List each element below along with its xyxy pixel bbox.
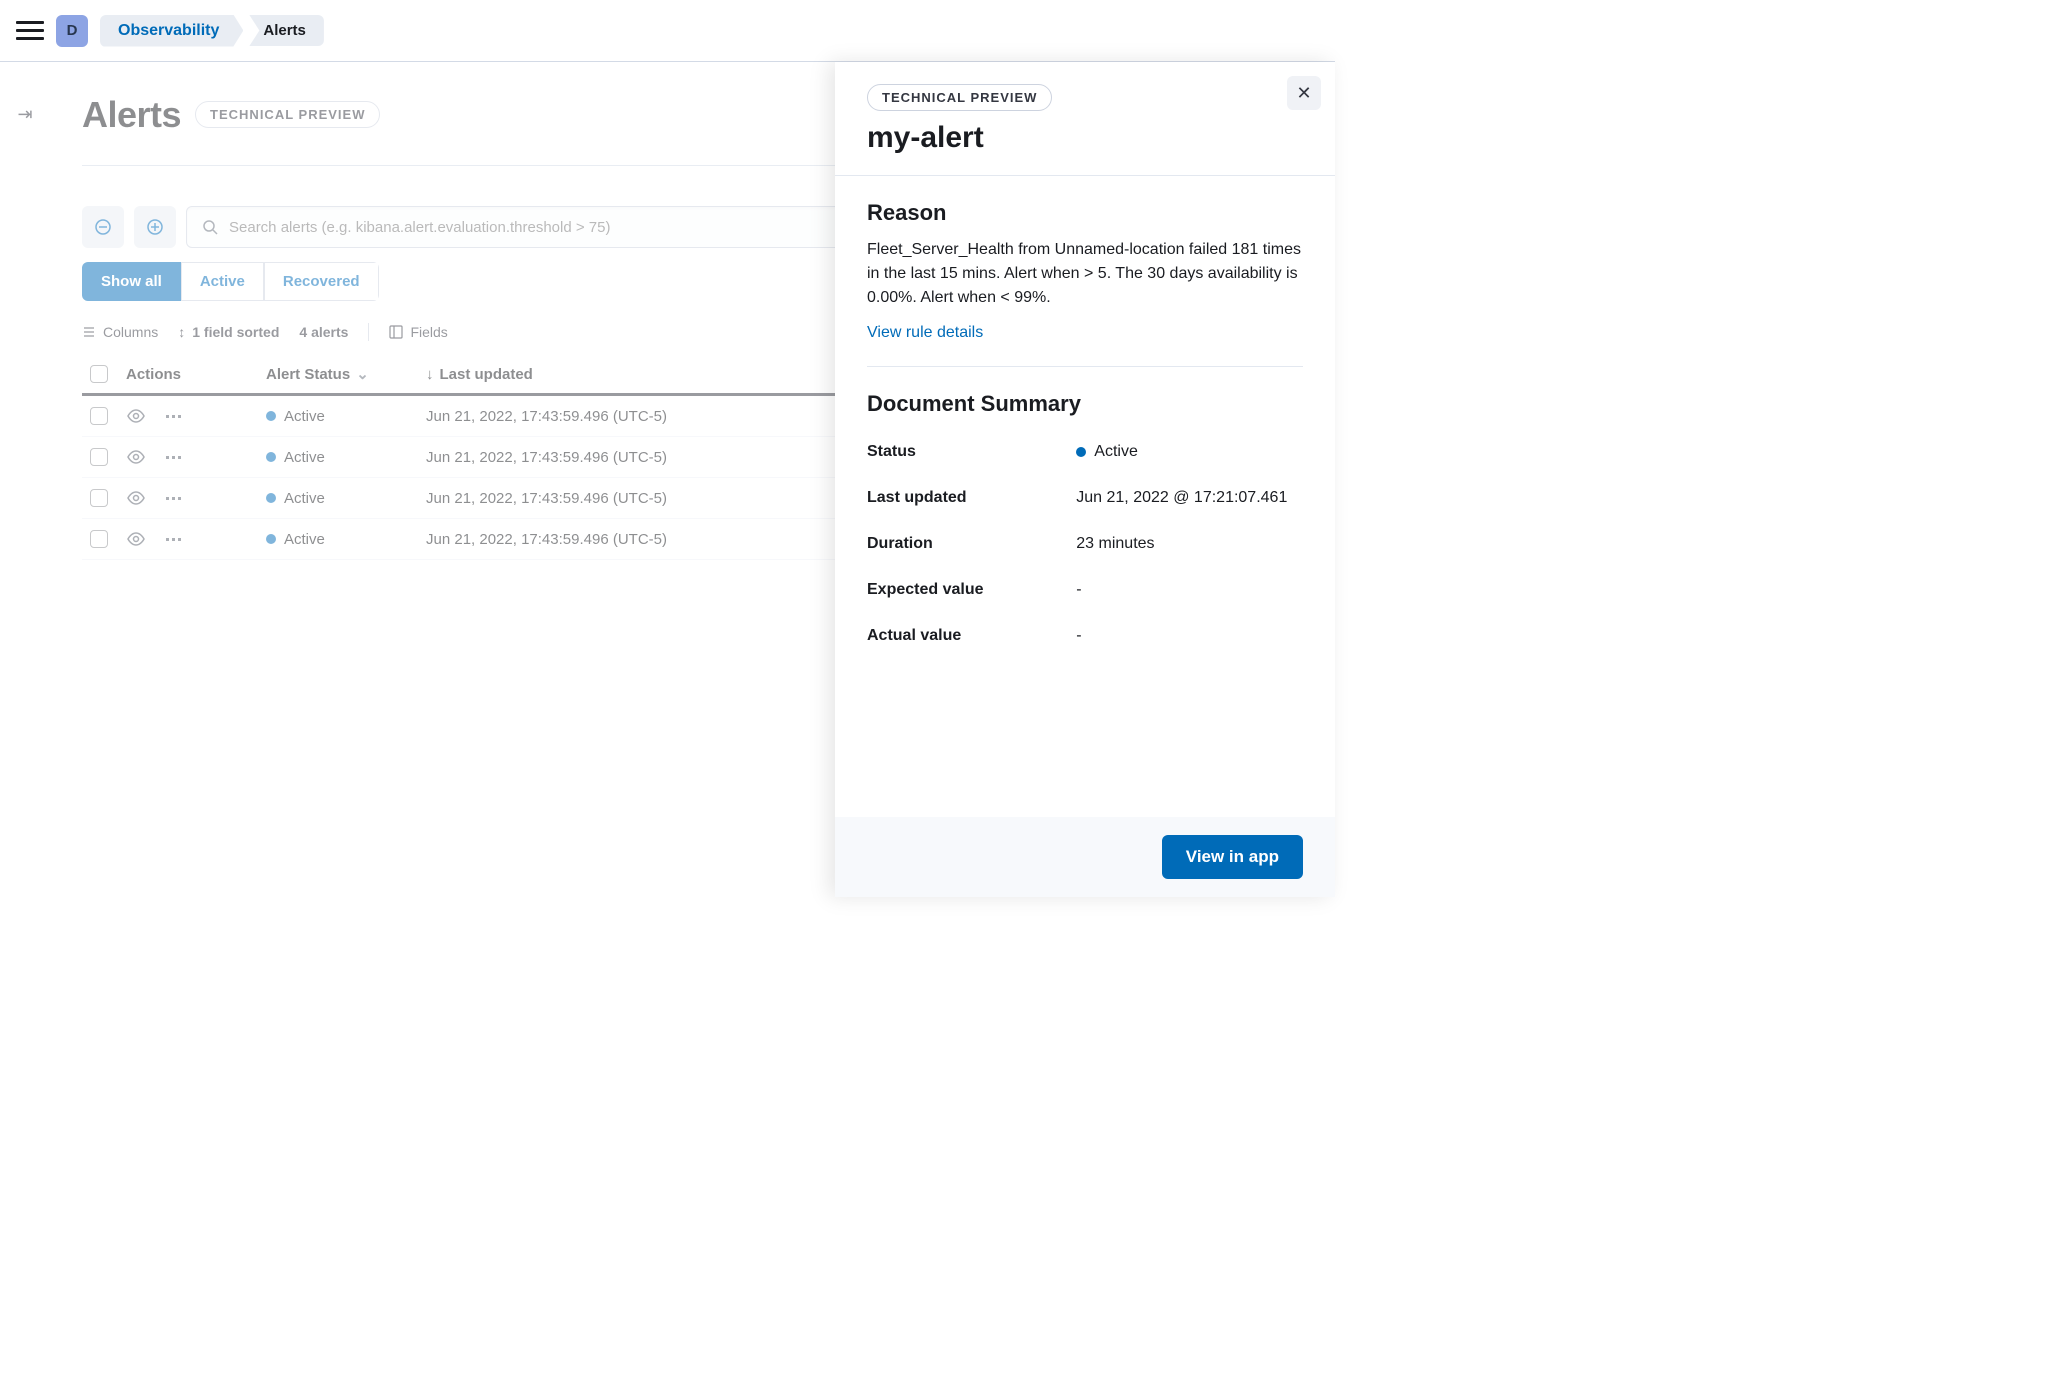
view-icon[interactable] [126,447,146,467]
row-checkbox[interactable] [90,489,108,507]
filter-tabs: Show all Active Recovered [82,262,379,301]
status-cell: Active [266,531,410,548]
summary-row-duration: Duration 23 minutes [867,521,1303,567]
status-dot-icon [266,411,276,421]
view-rule-details-link[interactable]: View rule details [867,324,983,341]
sort-label: 1 field sorted [192,324,279,340]
summary-row-expected: Expected value - [867,567,1303,613]
summary-label: Duration [867,535,1076,553]
status-cell: Active [266,490,410,507]
breadcrumb-current: Alerts [239,15,324,46]
status-value-text: Active [1094,443,1138,461]
summary-value: Active [1076,443,1303,461]
summary-label: Expected value [867,581,1076,599]
sort-desc-icon: ↓ [426,366,434,383]
hamburger-menu-icon[interactable] [16,17,44,45]
meta-divider [368,323,369,341]
flyout-body: Reason Fleet_Server_Health from Unnamed-… [835,176,1335,817]
summary-value: Jun 21, 2022 @ 17:21:07.461 [1076,489,1303,507]
flyout-header: ✕ TECHNICAL PREVIEW my-alert [835,62,1335,176]
summary-label: Last updated [867,489,1076,507]
add-filter-button[interactable] [134,206,176,248]
th-status-label: Alert Status [266,366,350,383]
summary-row-actual: Actual value - [867,613,1303,659]
sidebar-collapsed: ⇥ [0,62,50,897]
summary-label: Status [867,443,1076,461]
row-checkbox[interactable] [90,530,108,548]
search-icon [201,218,219,236]
summary-label: Actual value [867,627,1076,645]
sort-icon: ↕ [178,324,185,340]
columns-label: Columns [103,324,158,340]
status-dot-icon [266,452,276,462]
fields-button[interactable]: Fields [389,324,447,340]
reason-text: Fleet_Server_Health from Unnamed-locatio… [867,238,1303,310]
breadcrumb: Observability Alerts [100,15,324,47]
more-actions-icon[interactable] [164,454,184,460]
alert-flyout: ✕ TECHNICAL PREVIEW my-alert Reason Flee… [835,62,1335,897]
status-text: Active [284,490,325,507]
fields-label: Fields [410,324,447,340]
tab-show-all[interactable]: Show all [82,262,181,301]
more-actions-icon[interactable] [164,413,184,419]
row-checkbox[interactable] [90,448,108,466]
columns-button[interactable]: Columns [82,324,158,340]
alerts-count: 4 alerts [299,324,348,340]
th-status[interactable]: Alert Status ⌄ [258,355,418,395]
view-in-app-button[interactable]: View in app [1162,835,1303,879]
status-cell: Active [266,449,410,466]
view-icon[interactable] [126,406,146,426]
reason-heading: Reason [867,200,1303,226]
status-text: Active [284,531,325,548]
summary-value: - [1076,627,1303,645]
tab-recovered[interactable]: Recovered [264,262,379,301]
select-all-checkbox[interactable] [90,365,108,383]
close-button[interactable]: ✕ [1287,76,1321,110]
fields-icon [389,325,403,339]
status-dot-icon [1076,447,1086,457]
status-text: Active [284,408,325,425]
status-dot-icon [266,493,276,503]
close-icon: ✕ [1296,83,1311,104]
avatar[interactable]: D [56,15,88,47]
flyout-title: my-alert [867,121,1303,155]
technical-preview-badge: TECHNICAL PREVIEW [195,101,380,128]
page-title: Alerts [82,94,181,136]
sort-button[interactable]: ↕ 1 field sorted [178,324,279,340]
tab-active[interactable]: Active [181,262,264,301]
th-actions: Actions [118,355,258,395]
chevron-down-icon: ⌄ [356,365,369,383]
summary-heading: Document Summary [867,391,1303,417]
summary-row-status: Status Active [867,429,1303,475]
summary-value: 23 minutes [1076,535,1303,553]
more-actions-icon[interactable] [164,495,184,501]
breadcrumb-root[interactable]: Observability [100,15,243,47]
view-icon[interactable] [126,488,146,508]
filter-toggle-button[interactable] [82,206,124,248]
summary-row-updated: Last updated Jun 21, 2022 @ 17:21:07.461 [867,475,1303,521]
status-dot-icon [266,534,276,544]
summary-value: - [1076,581,1303,599]
th-updated-label: Last updated [440,366,533,383]
view-icon[interactable] [126,529,146,549]
status-text: Active [284,449,325,466]
app-header: D Observability Alerts [0,0,1335,62]
row-checkbox[interactable] [90,407,108,425]
flyout-footer: View in app [835,817,1335,897]
more-actions-icon[interactable] [164,536,184,542]
section-divider [867,366,1303,367]
status-cell: Active [266,408,410,425]
columns-icon [82,325,96,339]
expand-sidebar-icon[interactable]: ⇥ [17,104,32,125]
technical-preview-badge: TECHNICAL PREVIEW [867,84,1052,111]
